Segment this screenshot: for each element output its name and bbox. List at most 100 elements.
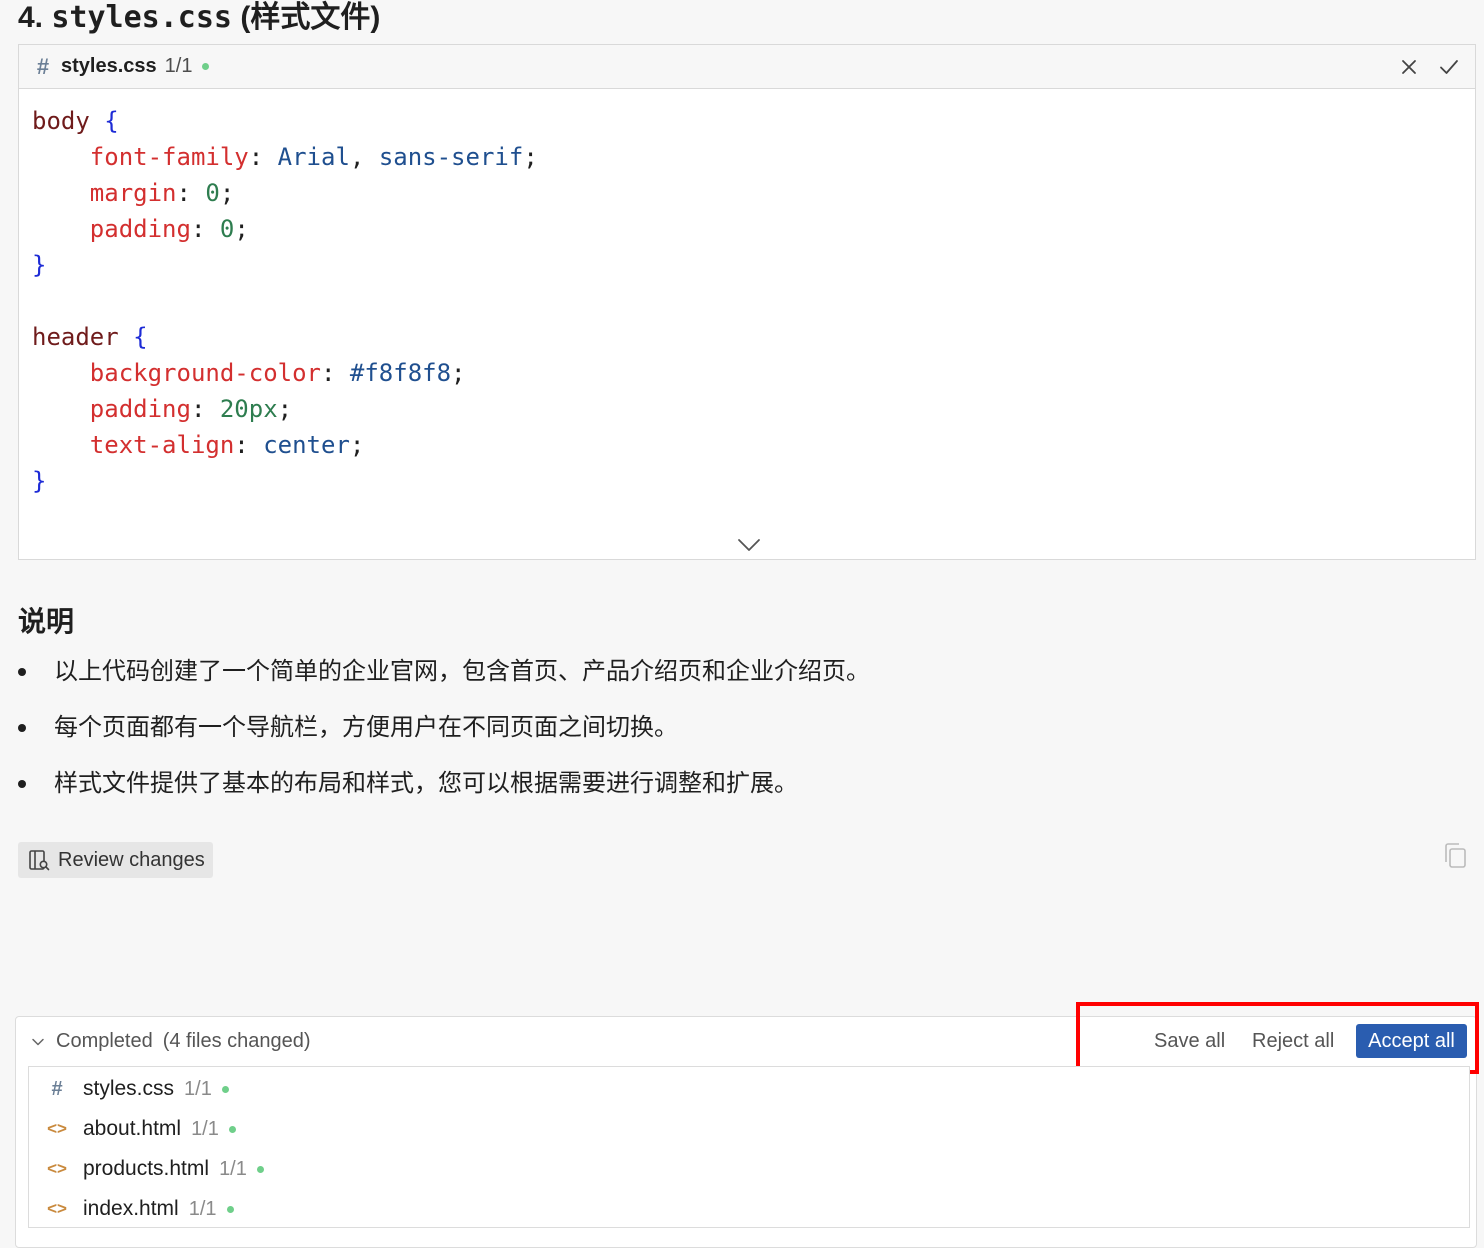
- list-item-text: 以上代码创建了一个简单的企业官网，包含首页、产品介绍页和企业介绍页。: [54, 658, 870, 685]
- code-token: header: [32, 323, 119, 351]
- code-token: sans-serif: [378, 143, 524, 171]
- code-line: background-color: #f8f8f8;: [32, 355, 1475, 391]
- code-token: :: [190, 215, 220, 243]
- code-token: padding: [89, 215, 191, 243]
- code-token: 20px: [219, 395, 278, 423]
- file-name: index.html: [83, 1197, 179, 1220]
- code-token: :: [320, 359, 350, 387]
- code-token: ;: [451, 359, 466, 387]
- code-token: body: [32, 107, 90, 135]
- list-item-text: 样式文件提供了基本的布局和样式，您可以根据需要进行调整和扩展。: [54, 770, 798, 797]
- accept-all-button[interactable]: Accept all: [1356, 1024, 1467, 1058]
- review-changes-button[interactable]: Review changes: [18, 842, 213, 878]
- code-token: text-align: [89, 431, 235, 459]
- file-name: styles.css: [83, 1077, 175, 1100]
- code-tag-icon: <>: [47, 1199, 67, 1218]
- chevron-down-icon[interactable]: [736, 537, 762, 553]
- code-token: :: [176, 179, 206, 207]
- code-token: ;: [349, 431, 365, 459]
- code-tag-icon: <>: [47, 1159, 67, 1178]
- reject-all-button[interactable]: Reject all: [1252, 1024, 1334, 1058]
- section-file-name: styles.css: [51, 0, 232, 35]
- file-name: products.html: [83, 1157, 210, 1180]
- hash-icon: #: [36, 53, 50, 79]
- code-line: font-family: Arial, sans-serif;: [32, 139, 1475, 175]
- file-count: 1/1: [188, 1197, 217, 1220]
- close-icon[interactable]: [1397, 55, 1421, 79]
- file-name: about.html: [83, 1117, 182, 1140]
- code-line: padding: 0;: [32, 211, 1475, 247]
- code-token: #f8f8f8: [349, 359, 452, 387]
- code-file-name[interactable]: styles.css: [61, 55, 157, 78]
- completed-toggle[interactable]: Completed (4 files changed): [30, 1030, 311, 1053]
- files-changed-count: (4 files changed): [162, 1030, 311, 1052]
- code-token: font-family: [89, 143, 249, 171]
- explanation-heading: 说明: [18, 606, 75, 637]
- code-file-count: 1/1: [164, 55, 193, 77]
- status-dot: [202, 63, 210, 70]
- status-dot: [228, 1125, 236, 1133]
- code-line: header {: [32, 319, 1475, 355]
- status-dot: [256, 1165, 264, 1173]
- status-dot: [221, 1085, 229, 1093]
- code-token: ;: [523, 143, 538, 171]
- bullet-icon: [18, 724, 26, 732]
- save-all-button[interactable]: Save all: [1154, 1024, 1225, 1058]
- code-line: padding: 20px;: [32, 391, 1475, 427]
- hash-icon: #: [51, 1077, 63, 1100]
- code-token: ;: [234, 215, 249, 243]
- file-count: 1/1: [219, 1157, 247, 1180]
- bullet-icon: [18, 780, 26, 788]
- code-token: :: [248, 143, 278, 171]
- completed-status: Completed: [56, 1030, 153, 1052]
- status-dot: [226, 1205, 234, 1213]
- section-number: 4.: [18, 1, 44, 34]
- code-line: text-align: center;: [32, 427, 1475, 463]
- code-token: Arial: [277, 143, 350, 171]
- section-subtitle: (样式文件): [240, 1, 381, 34]
- code-line: }: [32, 247, 1475, 283]
- code-card: # styles.css 1/1 body { font-family: Ari…: [18, 44, 1476, 560]
- section-heading: 4. styles.css (样式文件): [18, 0, 380, 38]
- code-line: }: [32, 463, 1475, 499]
- code-token: background-color: [89, 359, 321, 387]
- file-row-about-html[interactable]: <> about.html 1/1: [29, 1109, 1469, 1149]
- review-icon: [29, 850, 50, 871]
- code-line: body {: [32, 103, 1475, 139]
- code-token: padding: [89, 395, 191, 423]
- code-token: ;: [277, 395, 293, 423]
- chevron-down-icon: [32, 1038, 44, 1045]
- code-token: }: [32, 467, 47, 495]
- code-token: {: [104, 107, 119, 135]
- code-token: 0: [205, 179, 220, 207]
- file-row-products-html[interactable]: <> products.html 1/1: [29, 1149, 1469, 1189]
- file-count: 1/1: [184, 1077, 212, 1100]
- copy-icon[interactable]: [1442, 842, 1468, 870]
- code-token: {: [133, 323, 148, 351]
- list-item-text: 每个页面都有一个导航栏，方便用户在不同页面之间切换。: [54, 714, 678, 741]
- code-card-header: # styles.css 1/1: [19, 45, 1475, 89]
- code-token: ;: [219, 179, 235, 207]
- code-tag-icon: <>: [47, 1119, 67, 1138]
- code-editor[interactable]: body { font-family: Arial, sans-serif; m…: [19, 89, 1475, 499]
- code-line: margin: 0;: [32, 175, 1475, 211]
- code-token: margin: [89, 179, 177, 207]
- file-count: 1/1: [191, 1117, 219, 1140]
- code-token: 0: [219, 215, 235, 243]
- code-token: center: [263, 431, 350, 459]
- file-row-index-html[interactable]: <> index.html 1/1: [29, 1189, 1469, 1229]
- review-changes-label: Review changes: [58, 848, 205, 871]
- check-icon[interactable]: [1437, 55, 1461, 79]
- bullet-icon: [18, 668, 26, 676]
- code-token: :: [190, 395, 220, 423]
- code-token: :: [234, 431, 264, 459]
- file-row-styles-css[interactable]: # styles.css 1/1: [29, 1069, 1469, 1109]
